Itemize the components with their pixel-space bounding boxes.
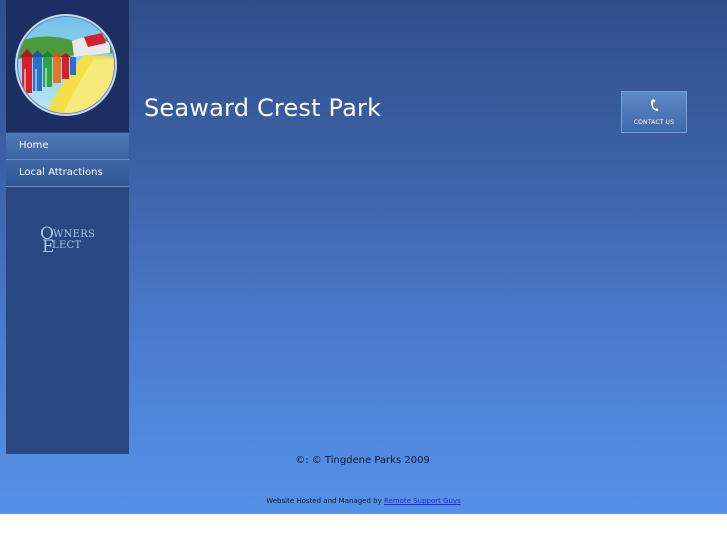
nav-item-home[interactable]: Home bbox=[6, 133, 129, 160]
owners-elect-word-2: LECT bbox=[52, 240, 82, 251]
copyright-text: ©: © Tingdene Parks 2009 bbox=[0, 455, 727, 466]
page-title: Seaward Crest Park bbox=[144, 94, 382, 122]
owners-elect-word-1: WNERS bbox=[53, 229, 96, 240]
page: Home Local Attractions O WNERS E LECT Se… bbox=[0, 0, 727, 514]
sidebar-nav: Home Local Attractions bbox=[6, 133, 129, 187]
contact-us-label: CONTACT US bbox=[633, 119, 675, 126]
copyright-label: ©: © Tingdene Parks 2009 bbox=[295, 455, 430, 466]
remote-support-guys-link[interactable]: Remote Support Guys bbox=[384, 497, 461, 505]
sidebar: Home Local Attractions O WNERS E LECT bbox=[6, 0, 129, 454]
phone-handset-icon bbox=[651, 99, 659, 111]
owners-elect-logo[interactable]: O WNERS E LECT bbox=[40, 224, 100, 264]
logo-area bbox=[6, 0, 129, 132]
nav-item-local-attractions[interactable]: Local Attractions bbox=[6, 160, 129, 187]
beach-huts-logo-icon[interactable] bbox=[14, 13, 118, 117]
hosted-prefix: Website Hosted and Managed by bbox=[266, 497, 382, 505]
contact-us-button[interactable]: CONTACT US bbox=[621, 91, 687, 133]
hosted-by-text: Website Hosted and Managed by Remote Sup… bbox=[0, 497, 727, 505]
